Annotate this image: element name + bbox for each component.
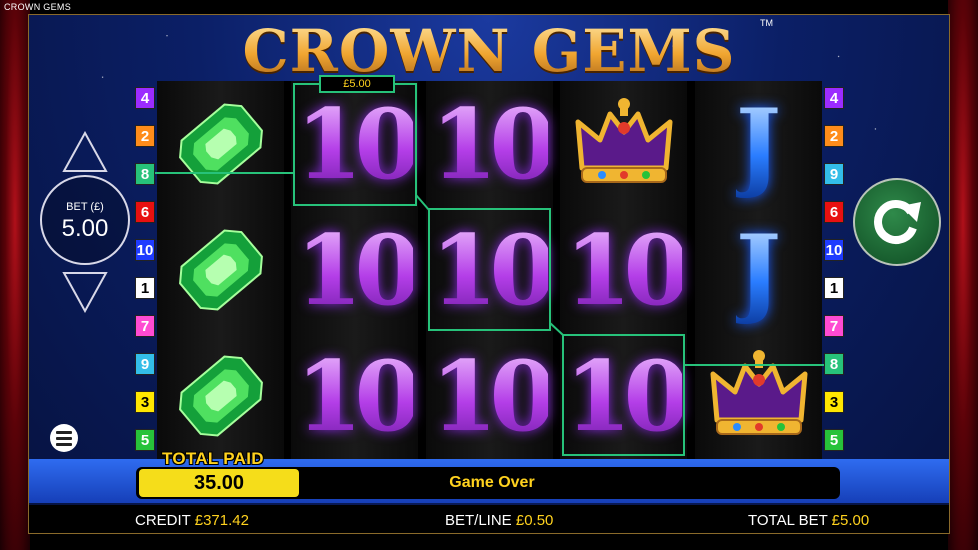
payline-badge-7: 7: [135, 315, 155, 337]
crown-icon: [695, 333, 822, 459]
emerald-icon: [157, 207, 284, 333]
symbol-ten: 10: [426, 333, 557, 459]
payline-badge-5: 5: [135, 429, 155, 451]
symbol-ten-text: 10: [564, 339, 691, 453]
reel-2: 10 10 10: [291, 81, 422, 459]
window-title: CROWN GEMS: [4, 2, 71, 12]
symbol-ten-text: 10: [430, 339, 557, 453]
crown-icon: [560, 81, 687, 207]
credit-value: £371.42: [194, 512, 249, 529]
total-paid-value: 35.00: [139, 469, 299, 497]
symbol-ten: 10: [291, 81, 422, 207]
spin-button[interactable]: [853, 178, 941, 266]
credit-label: CREDIT: [135, 512, 191, 529]
payline-badge-7: 7: [824, 315, 844, 337]
total-bet-group: TOTAL BET £5.00: [748, 512, 869, 529]
payline-badge-3: 3: [135, 391, 155, 413]
symbol-ten-text: 10: [430, 213, 557, 327]
total-paid-label: TOTAL PAID: [162, 449, 264, 468]
payline-badge-6: 6: [135, 201, 155, 223]
bet-up-icon[interactable]: [62, 131, 108, 173]
bet-line-group: BET/LINE £0.50: [445, 512, 553, 529]
symbol-ten-text: 10: [564, 213, 691, 327]
symbol-ten: 10: [291, 333, 422, 459]
total-bet-value: £5.00: [831, 512, 870, 529]
bet-amount-display: BET (£) 5.00: [40, 175, 130, 265]
bet-label: BET (£): [66, 201, 104, 213]
symbol-ten: 10: [426, 207, 557, 333]
symbol-jack-text: J: [735, 87, 782, 201]
status-message: Game Over: [449, 474, 535, 491]
payline-badge-6: 6: [824, 201, 844, 223]
symbol-ten-text: 10: [295, 213, 422, 327]
emerald-icon: [157, 333, 284, 459]
emerald-icon: [157, 81, 284, 207]
symbol-ten: 10: [291, 207, 422, 333]
payline-badge-10: 10: [135, 239, 155, 261]
line-win-amount: £5.00: [319, 75, 395, 93]
payline-badge-1: 1: [824, 277, 844, 299]
trademark-mark: TM: [760, 18, 773, 28]
game-logo: CROWN GEMS: [209, 17, 769, 85]
menu-button[interactable]: [50, 424, 78, 452]
payline-badge-4: 4: [824, 87, 844, 109]
total-bet-label: TOTAL BET: [748, 512, 828, 529]
reel-1: [157, 81, 284, 459]
footer-bar: CREDIT £371.42 BET/LINE £0.50 TOTAL BET …: [29, 505, 949, 533]
bet-down-icon[interactable]: [62, 271, 108, 313]
payline-badge-10: 10: [824, 239, 844, 261]
payline-badge-5: 5: [824, 429, 844, 451]
symbol-ten-text: 10: [295, 339, 422, 453]
payline-badge-8: 8: [824, 353, 844, 375]
bet-value: 5.00: [61, 215, 109, 242]
credit-group: CREDIT £371.42: [135, 512, 249, 529]
bet-line-value: £0.50: [515, 512, 554, 529]
refresh-arrow-icon: [874, 200, 921, 244]
hamburger-line: [56, 442, 72, 446]
hamburger-line: [56, 436, 72, 440]
red-background-left: [0, 0, 30, 550]
symbol-ten: 10: [426, 81, 557, 207]
payline-badges-right: 4 2 9 6 10 1 7 8 3 5: [824, 87, 844, 467]
payline-badge-8: 8: [135, 163, 155, 185]
symbol-ten: 10: [560, 207, 691, 333]
symbol-ten: 10: [560, 333, 691, 459]
payline-badge-1: 1: [135, 277, 155, 299]
reel-window: 10 10 10 10 10 10 10 10 JJ: [157, 81, 822, 459]
reel-3: 10 10 10: [426, 81, 557, 459]
payline-badge-2: 2: [824, 125, 844, 147]
symbol-ten-text: 10: [295, 87, 422, 201]
hamburger-line: [56, 430, 72, 434]
reel-4: 10 10: [560, 81, 691, 459]
bet-line-label: BET/LINE: [445, 512, 512, 529]
payline-badges-left: 4 2 8 6 10 1 7 9 3 5: [135, 87, 155, 467]
symbol-jack-text: J: [735, 213, 782, 327]
payline-badge-9: 9: [135, 353, 155, 375]
symbol-ten-text: 10: [430, 87, 557, 201]
symbol-jack: J: [695, 207, 822, 333]
payline-badge-9: 9: [824, 163, 844, 185]
game-stage: CROWN GEMS TM BET (£) 5.00 4 2 8 6 10 1 7 9 3 5 4…: [28, 14, 950, 534]
red-background-right: [948, 0, 978, 550]
reel-5: JJ: [695, 81, 822, 459]
payline-badge-3: 3: [824, 391, 844, 413]
payline-badge-2: 2: [135, 125, 155, 147]
symbol-jack: J: [695, 81, 822, 207]
payline-badge-4: 4: [135, 87, 155, 109]
